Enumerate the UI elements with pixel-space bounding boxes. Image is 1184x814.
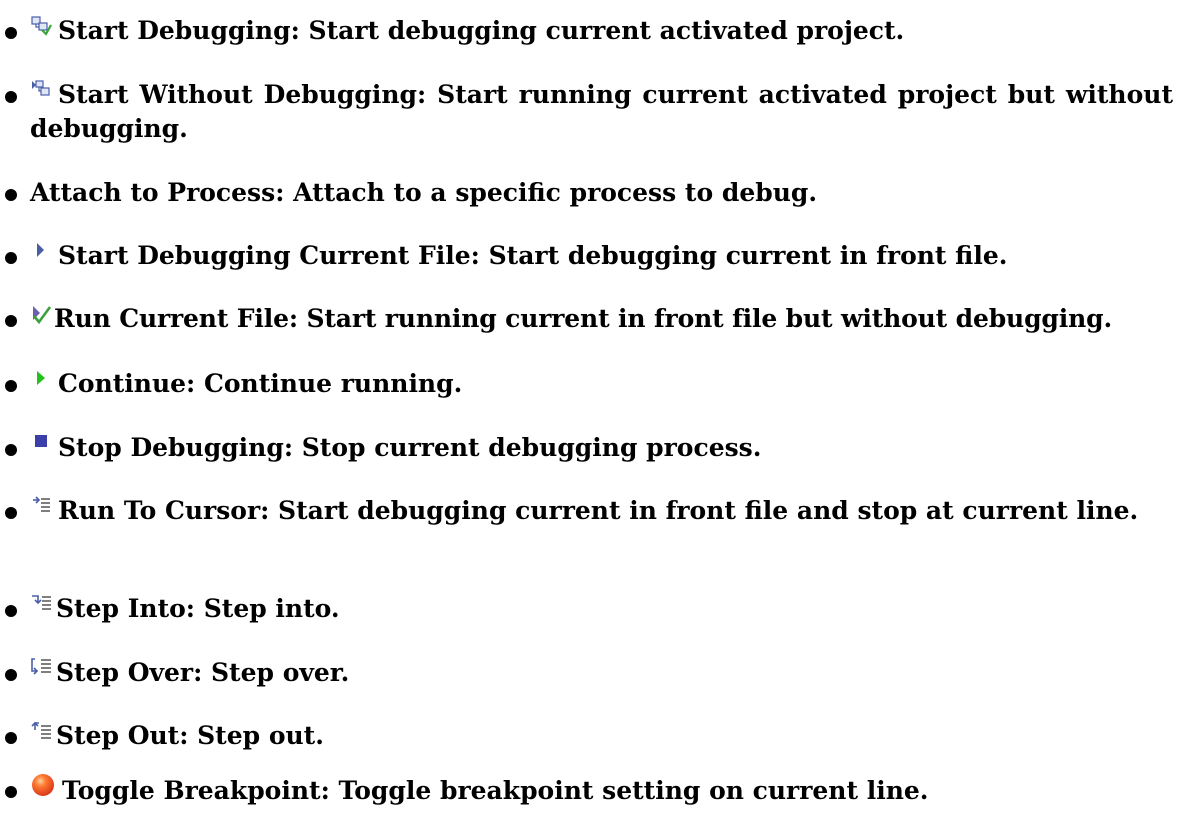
run-to-cursor-icon [30, 495, 52, 517]
toggle-breakpoint-icon [30, 773, 56, 799]
item-text: Step Over: Step over. [56, 658, 350, 687]
item-text: Step Into: Step into. [56, 594, 340, 623]
item-text: Stop Debugging: Stop current debugging p… [58, 433, 762, 462]
bullet [5, 315, 17, 327]
start-without-debugging-icon [30, 79, 52, 101]
step-over-icon [30, 657, 52, 679]
bullet [5, 444, 17, 456]
bullet [5, 252, 17, 264]
bullet [5, 605, 17, 617]
debug-command-list: Start Debugging: Start debugging current… [0, 0, 1184, 814]
step-into-icon [30, 593, 52, 615]
bullet [5, 189, 17, 201]
item-text: Step Out: Step out. [56, 721, 324, 750]
bullet [5, 91, 17, 103]
item-text: Attach to Process: Attach to a specific … [30, 178, 818, 207]
bullet [5, 732, 17, 744]
bullet [5, 380, 17, 392]
bullet [5, 669, 17, 681]
item-text: Start Without Debugging: Start running c… [30, 80, 1173, 143]
item-text: Start Debugging Current File: Start debu… [58, 241, 1008, 270]
item-text: Run Current File: Start running current … [54, 304, 1112, 333]
item-text: Run To Cursor: Start debugging current i… [58, 496, 1139, 525]
step-out-icon [30, 720, 52, 742]
continue-icon [30, 368, 52, 390]
run-current-file-icon [30, 303, 52, 325]
item-text: Start Debugging: Start debugging current… [58, 16, 905, 45]
bullet [5, 27, 17, 39]
bullet [5, 507, 17, 519]
start-debugging-current-file-icon [30, 240, 52, 262]
start-debugging-icon [30, 15, 52, 37]
stop-debugging-icon [30, 432, 52, 454]
item-text: Toggle Breakpoint: Toggle breakpoint set… [62, 776, 929, 805]
bullet [5, 786, 17, 798]
item-text: Continue: Continue running. [58, 369, 463, 398]
